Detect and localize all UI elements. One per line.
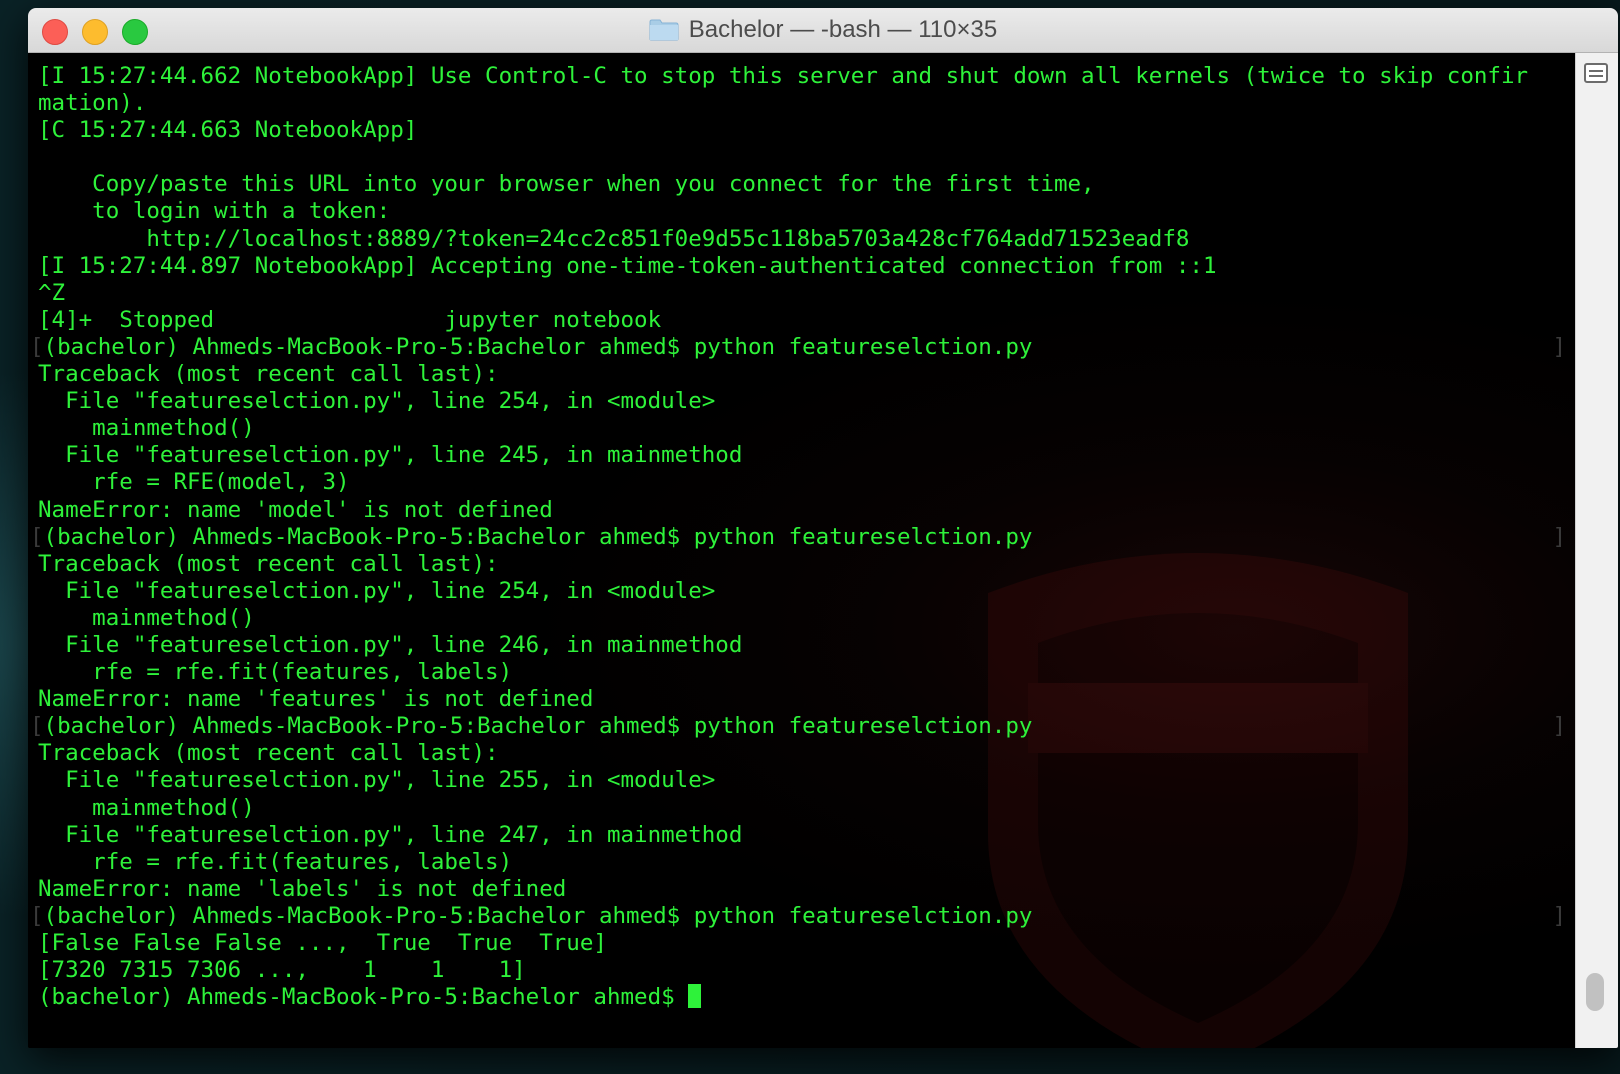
terminal-line: mation).	[38, 90, 1566, 117]
terminal-line-text: Traceback (most recent call last):	[38, 740, 499, 767]
terminal-line: File "featureselction.py", line 255, in …	[38, 767, 1566, 794]
terminal-window: Bachelor — -bash — 110×35 [I 15:27:44.66…	[28, 8, 1618, 1048]
terminal-line-text: to login with a token:	[38, 198, 391, 225]
mark-bracket-left: [	[30, 713, 44, 740]
terminal-line-text: Traceback (most recent call last):	[38, 361, 499, 388]
mark-bracket-right: ]	[1552, 902, 1566, 929]
terminal-line-text: File "featureselction.py", line 254, in …	[38, 388, 716, 415]
terminal-line-text: File "featureselction.py", line 254, in …	[38, 577, 716, 604]
terminal-line: [I 15:27:44.897 NotebookApp] Accepting o…	[38, 253, 1566, 280]
terminal-line: NameError: name 'features' is not define…	[38, 686, 1566, 713]
window-title: Bachelor — -bash — 110×35	[688, 16, 998, 43]
terminal-line: File "featureselction.py", line 245, in …	[38, 442, 1566, 469]
terminal-prompt-line: [(bachelor) Ahmeds-MacBook-Pro-5:Bachelo…	[30, 524, 1566, 551]
mark-bracket-right: ]	[1552, 713, 1566, 740]
terminal-line: mainmethod()	[38, 795, 1566, 822]
terminal-line-text: (bachelor) Ahmeds-MacBook-Pro-5:Bachelor…	[38, 984, 689, 1011]
terminal-line: [C 15:27:44.663 NotebookApp]	[38, 117, 1566, 144]
terminal-line-text: rfe = RFE(model, 3)	[38, 469, 350, 496]
mark-bracket-right: ]	[1552, 523, 1566, 550]
terminal-line: (bachelor) Ahmeds-MacBook-Pro-5:Bachelor…	[38, 984, 1566, 1011]
terminal-line: NameError: name 'labels' is not defined	[38, 876, 1566, 903]
terminal-line: File "featureselction.py", line 254, in …	[38, 388, 1566, 415]
terminal-line-text: mation).	[38, 90, 147, 117]
terminal-line-text: mainmethod()	[38, 604, 255, 631]
text-cursor	[688, 984, 702, 1009]
terminal-line-text: [4]+ Stopped jupyter notebook	[38, 306, 662, 333]
terminal-line: Traceback (most recent call last):	[38, 551, 1566, 578]
terminal-line: [7320 7315 7306 ..., 1 1 1]	[38, 957, 1566, 984]
folder-icon	[649, 19, 679, 41]
terminal-line: http://localhost:8889/?token=24cc2c851f0…	[38, 226, 1566, 253]
terminal-line-text: File "featureselction.py", line 246, in …	[38, 631, 743, 658]
terminal-line: to login with a token:	[38, 198, 1566, 225]
mark-bracket-right: ]	[1552, 333, 1566, 360]
terminal-prompt-line: [(bachelor) Ahmeds-MacBook-Pro-5:Bachelo…	[30, 713, 1566, 740]
terminal-line-text: Traceback (most recent call last):	[38, 550, 499, 577]
terminal-line-text: http://localhost:8889/?token=24cc2c851f0…	[38, 225, 1190, 252]
terminal-line-text: Copy/paste this URL into your browser wh…	[38, 171, 1095, 198]
vertical-scrollbar[interactable]	[1575, 53, 1618, 1048]
terminal-prompt-line: [(bachelor) Ahmeds-MacBook-Pro-5:Bachelo…	[30, 903, 1566, 930]
terminal-content[interactable]: [I 15:27:44.662 NotebookApp] Use Control…	[28, 53, 1576, 1048]
terminal-line-text: [C 15:27:44.663 NotebookApp]	[38, 117, 418, 144]
terminal-line: rfe = rfe.fit(features, labels)	[38, 849, 1566, 876]
terminal-line: rfe = rfe.fit(features, labels)	[38, 659, 1566, 686]
title-bar[interactable]: Bachelor — -bash — 110×35	[28, 8, 1618, 53]
terminal-line-text: (bachelor) Ahmeds-MacBook-Pro-5:Bachelor…	[43, 713, 1033, 740]
terminal-line-text: ^Z	[38, 279, 66, 306]
terminal-line: mainmethod()	[38, 415, 1566, 442]
terminal-line-text: NameError: name 'model' is not defined	[38, 496, 553, 523]
terminal-line: File "featureselction.py", line 254, in …	[38, 578, 1566, 605]
terminal-line-text: mainmethod()	[38, 415, 255, 442]
terminal-line-text: mainmethod()	[38, 794, 255, 821]
split-pane-icon[interactable]	[1584, 63, 1608, 83]
terminal-prompt-line: [(bachelor) Ahmeds-MacBook-Pro-5:Bachelo…	[30, 334, 1566, 361]
terminal-line: [4]+ Stopped jupyter notebook	[38, 307, 1566, 334]
terminal-line: [I 15:27:44.662 NotebookApp] Use Control…	[38, 63, 1566, 90]
mark-bracket-left: [	[30, 333, 44, 360]
terminal-line: NameError: name 'model' is not defined	[38, 497, 1566, 524]
terminal-line: Traceback (most recent call last):	[38, 361, 1566, 388]
terminal-line: File "featureselction.py", line 246, in …	[38, 632, 1566, 659]
terminal-line-text: rfe = rfe.fit(features, labels)	[38, 848, 513, 875]
terminal-line: [False False False ..., True True True]	[38, 930, 1566, 957]
terminal-line: Copy/paste this URL into your browser wh…	[38, 171, 1566, 198]
terminal-line-text: NameError: name 'labels' is not defined	[38, 875, 567, 902]
terminal-line-text: [7320 7315 7306 ..., 1 1 1]	[38, 957, 526, 984]
terminal-line: mainmethod()	[38, 605, 1566, 632]
terminal-line-text: rfe = rfe.fit(features, labels)	[38, 659, 513, 686]
terminal-line: ^Z	[38, 280, 1566, 307]
terminal-line-text: NameError: name 'features' is not define…	[38, 686, 594, 713]
terminal-line-text: File "featureselction.py", line 247, in …	[38, 821, 743, 848]
window-title-group: Bachelor — -bash — 110×35	[28, 8, 1618, 52]
scrollbar-thumb[interactable]	[1586, 973, 1604, 1011]
terminal-line-text: (bachelor) Ahmeds-MacBook-Pro-5:Bachelor…	[43, 902, 1033, 929]
terminal-line-text: (bachelor) Ahmeds-MacBook-Pro-5:Bachelor…	[43, 333, 1033, 360]
terminal-line-text: File "featureselction.py", line 245, in …	[38, 442, 743, 469]
mark-bracket-left: [	[30, 902, 44, 929]
mark-bracket-left: [	[30, 523, 44, 550]
terminal-line: Traceback (most recent call last):	[38, 740, 1566, 767]
terminal-line-text: File "featureselction.py", line 255, in …	[38, 767, 716, 794]
terminal-line-text: [False False False ..., True True True]	[38, 930, 607, 956]
terminal-line: rfe = RFE(model, 3)	[38, 469, 1566, 496]
terminal-line-text: [I 15:27:44.897 NotebookApp] Accepting o…	[38, 252, 1217, 279]
terminal-line-text: [I 15:27:44.662 NotebookApp] Use Control…	[38, 63, 1529, 89]
terminal-output: [I 15:27:44.662 NotebookApp] Use Control…	[30, 63, 1566, 1011]
terminal-line-text: (bachelor) Ahmeds-MacBook-Pro-5:Bachelor…	[43, 523, 1033, 550]
terminal-line: File "featureselction.py", line 247, in …	[38, 822, 1566, 849]
